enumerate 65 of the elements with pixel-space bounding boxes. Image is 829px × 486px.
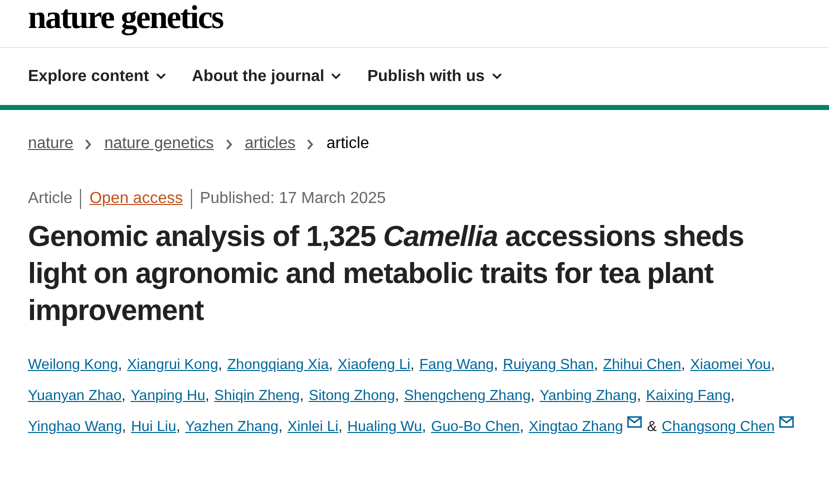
author-link[interactable]: Guo-Bo Chen [431, 419, 520, 435]
author-link[interactable]: Yanping Hu [130, 388, 206, 404]
comma: , [520, 419, 524, 435]
author-link[interactable]: Shengcheng Zhang [404, 388, 531, 404]
journal-logo[interactable]: nature genetics [28, 0, 223, 37]
comma: , [176, 419, 180, 435]
author-link[interactable]: Zhongqiang Xia [227, 357, 329, 373]
author-link[interactable]: Sitong Zhong [308, 388, 396, 404]
author-link[interactable]: Xiangrui Kong [127, 357, 218, 373]
author-link[interactable]: Fang Wang [419, 357, 494, 373]
comma: , [770, 357, 775, 373]
breadcrumb-link[interactable]: nature genetics [104, 135, 214, 153]
author-link[interactable]: Yuanyan Zhao [28, 388, 122, 404]
email-icon[interactable] [778, 416, 794, 428]
comma: , [218, 357, 222, 373]
comma: , [594, 357, 598, 373]
chevron-right-icon [226, 138, 233, 150]
chevron-down-icon [156, 73, 166, 80]
author-link[interactable]: Changsong Chen [662, 419, 775, 435]
chevron-right-icon [85, 138, 92, 150]
author-link[interactable]: Yanbing Zhang [540, 388, 637, 404]
author-link[interactable]: Yinghao Wang [28, 419, 122, 435]
chevron-right-icon [307, 138, 314, 150]
author-link[interactable]: Shiqin Zheng [214, 388, 300, 404]
chevron-down-icon [492, 73, 502, 80]
ampersand: & [647, 419, 657, 435]
breadcrumb-current: article [326, 135, 370, 153]
comma: , [494, 357, 498, 373]
comma: , [122, 419, 126, 435]
comma: , [410, 357, 414, 373]
breadcrumb-link[interactable]: nature [28, 135, 74, 153]
comma: , [681, 357, 686, 373]
comma: , [730, 388, 735, 404]
author-link[interactable]: Kaixing Fang [646, 388, 731, 404]
chevron-down-icon [331, 73, 342, 80]
comma: , [338, 419, 342, 435]
comma: , [395, 388, 400, 404]
author-link[interactable]: Ruiyang Shan [502, 357, 594, 373]
nav-menu-button[interactable]: Publish with us [367, 68, 502, 86]
article-type: Article [28, 190, 72, 208]
article-title: Genomic analysis of 1,325 Camellia accessions sheds light on agronomic and metabolic traits for tea plant improvement [28, 220, 745, 329]
author-link[interactable]: Xingtao Zhang [528, 419, 624, 435]
breadcrumb-link[interactable]: articles [244, 135, 296, 153]
author-link[interactable]: Yazhen Zhang [185, 419, 278, 435]
open-access-link[interactable]: Open access [89, 190, 183, 208]
author-link[interactable]: Xiaofeng Li [338, 357, 410, 373]
email-icon[interactable] [627, 416, 642, 428]
comma: , [122, 388, 126, 404]
author-link[interactable]: Xiaomei You [690, 357, 771, 373]
comma: , [636, 388, 641, 404]
author-link[interactable]: Hualing Wu [347, 419, 422, 435]
author-link[interactable]: Hui Liu [131, 419, 176, 435]
author-link[interactable]: Zhihui Chen [602, 357, 682, 373]
comma: , [328, 357, 333, 373]
published-date: Published: 17 March 2025 [200, 190, 386, 208]
comma: , [118, 357, 122, 373]
author-link[interactable]: Xinlei Li [288, 419, 338, 435]
comma: , [530, 388, 535, 404]
comma: , [205, 388, 210, 404]
comma: , [300, 388, 304, 404]
comma: , [278, 419, 283, 435]
nav-menu-button[interactable]: Explore content [28, 68, 166, 86]
nav-menu-button[interactable]: About the journal [192, 68, 342, 86]
comma: , [422, 419, 426, 435]
author-link[interactable]: Weilong Kong [28, 357, 118, 373]
